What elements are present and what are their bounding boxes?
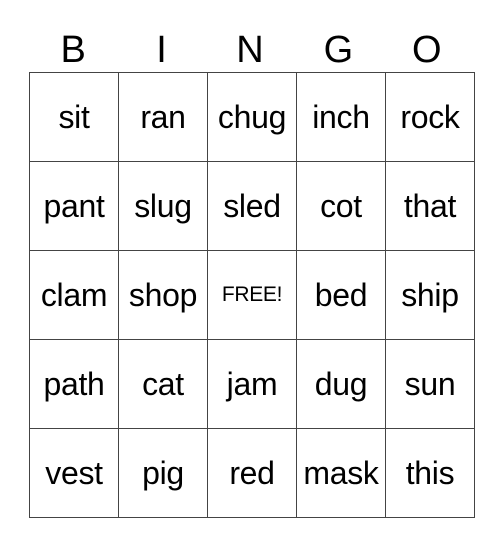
header-letter-o: O [411, 29, 442, 71]
bingo-cell[interactable]: that [385, 161, 475, 251]
bingo-cell[interactable]: red [207, 428, 297, 518]
bingo-cell[interactable]: inch [296, 72, 386, 162]
bingo-row: sit ran chug inch rock [29, 72, 475, 162]
free-space[interactable]: FREE! [207, 250, 297, 340]
bingo-cell[interactable]: vest [29, 428, 119, 518]
bingo-cell[interactable]: bed [296, 250, 386, 340]
header-letter-b: B [60, 29, 86, 71]
bingo-cell[interactable]: clam [29, 250, 119, 340]
bingo-cell[interactable]: sled [207, 161, 297, 251]
bingo-header: B I N G O [29, 28, 471, 72]
header-letter-i: I [156, 29, 167, 71]
bingo-grid: sit ran chug inch rock pant slug sled cot that cla… [29, 72, 475, 518]
bingo-cell[interactable]: pig [118, 428, 208, 518]
bingo-cell[interactable]: shop [118, 250, 208, 340]
bingo-cell[interactable]: chug [207, 72, 297, 162]
bingo-cell[interactable]: sun [385, 339, 475, 429]
bingo-cell[interactable]: this [385, 428, 475, 518]
bingo-cell[interactable]: ran [118, 72, 208, 162]
bingo-cell[interactable]: jam [207, 339, 297, 429]
bingo-cell[interactable]: mask [296, 428, 386, 518]
bingo-cell[interactable]: dug [296, 339, 386, 429]
bingo-cell[interactable]: path [29, 339, 119, 429]
bingo-row: vest pig red mask this [29, 428, 475, 518]
bingo-row: clam shop FREE! bed ship [29, 250, 475, 340]
bingo-row: pant slug sled cot that [29, 161, 475, 251]
bingo-cell[interactable]: pant [29, 161, 119, 251]
bingo-cell[interactable]: cot [296, 161, 386, 251]
bingo-cell[interactable]: sit [29, 72, 119, 162]
bingo-cell[interactable]: cat [118, 339, 208, 429]
header-letter-n: N [236, 29, 264, 71]
header-letter-g: G [323, 29, 354, 71]
bingo-cell[interactable]: rock [385, 72, 475, 162]
bingo-cell[interactable]: slug [118, 161, 208, 251]
bingo-row: path cat jam dug sun [29, 339, 475, 429]
bingo-cell[interactable]: ship [385, 250, 475, 340]
